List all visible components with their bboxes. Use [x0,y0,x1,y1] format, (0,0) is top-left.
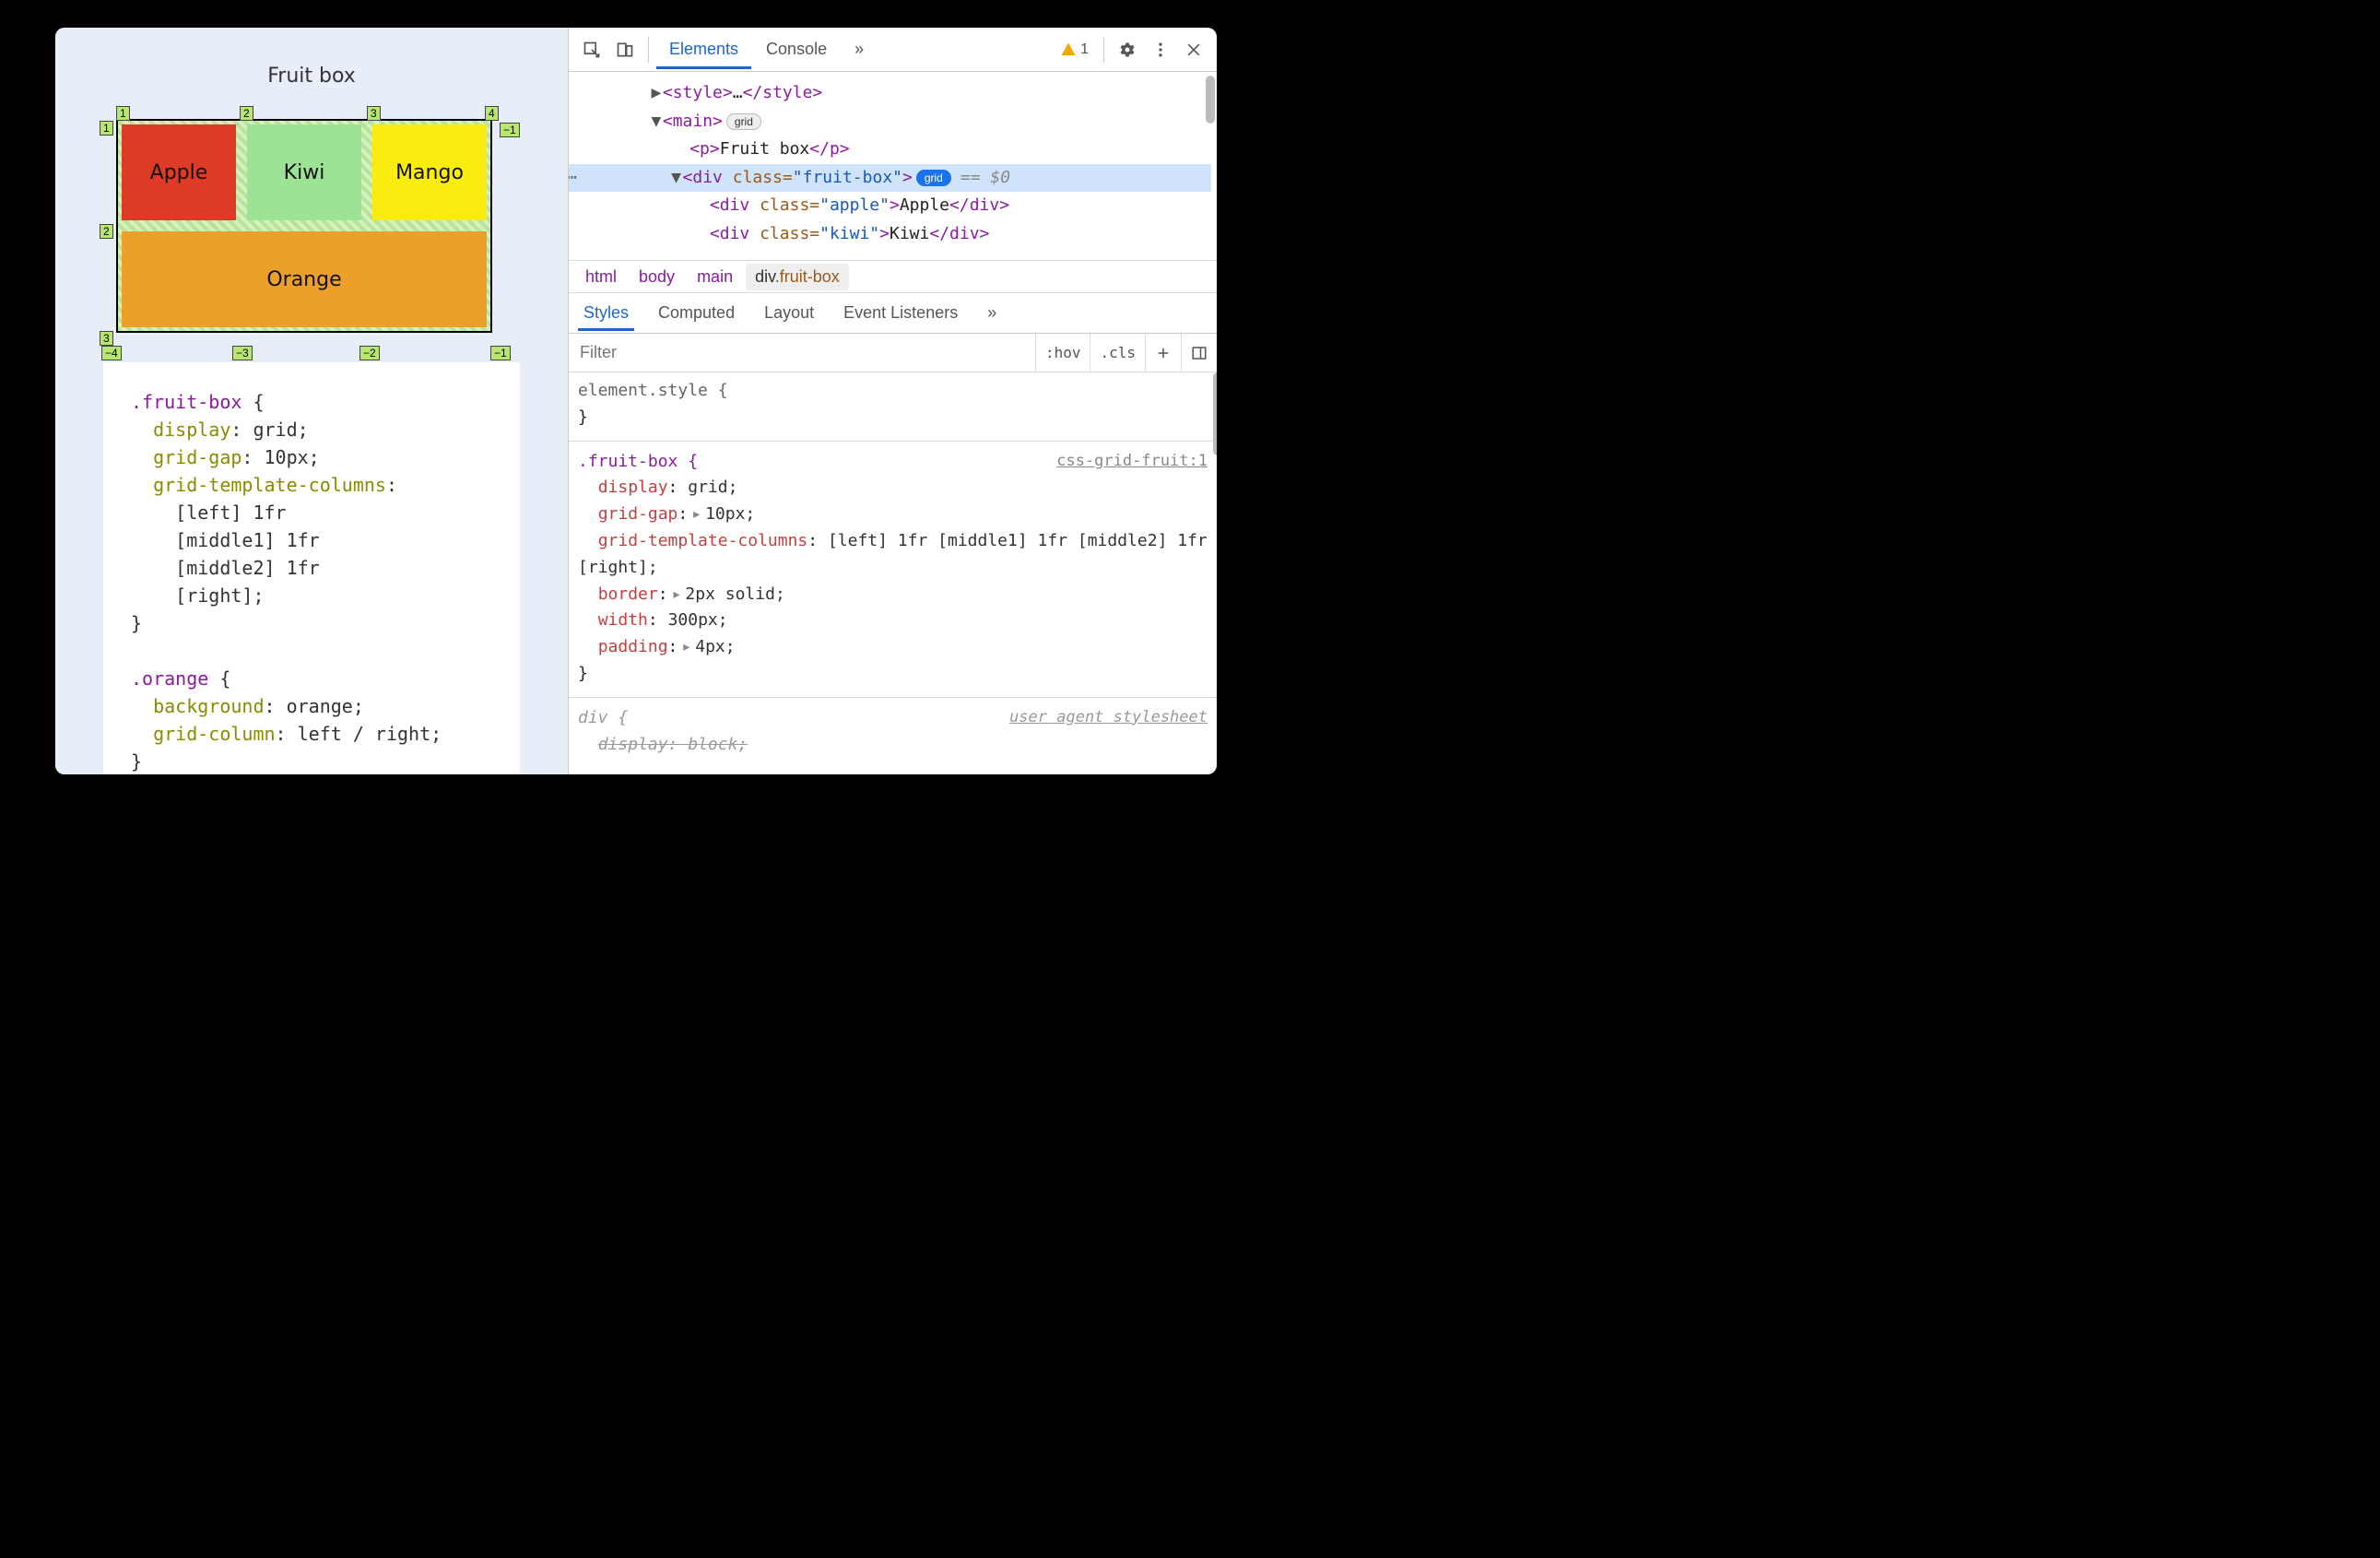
hov-toggle[interactable]: :hov [1035,334,1090,372]
toggle-sidebar-icon[interactable] [1181,334,1217,372]
rule-source-link[interactable]: css-grid-fruit:1 [1056,449,1208,474]
cell-mango[interactable]: Mango [372,124,487,220]
separator [1103,37,1104,63]
device-toggle-icon[interactable] [609,34,641,65]
devtools-tabbar: Elements Console » 1 [569,28,1217,72]
grid-row-num: 2 [100,224,113,239]
grid-col-num: 4 [485,106,499,121]
grid-badge-active[interactable]: grid [916,170,951,186]
gear-icon[interactable] [1112,34,1143,65]
devtools-window: Fruit box 1 2 3 4 1 2 −1 −4 −3 −2 −1 3 A… [55,28,1217,774]
page-title: Fruit box [103,65,520,88]
styles-rules[interactable]: element.style { } css-grid-fruit:1 .frui… [569,372,1217,774]
css-code-block: .fruit-box { display: grid; grid-gap: 10… [103,362,520,774]
crumb-selected[interactable]: div.fruit-box [746,264,849,290]
grid-overlay-wrap: 1 2 3 4 1 2 −1 −4 −3 −2 −1 3 Apple Kiwi … [103,106,520,346]
tab-more[interactable]: » [842,30,877,69]
grid-col-num: 2 [240,106,253,121]
grid-row-neg: −1 [500,123,520,137]
grid-col-neg: −1 [490,346,511,360]
tab-layout[interactable]: Layout [759,296,819,331]
grid-row-neg: 3 [100,331,113,346]
grid-row-num: 1 [100,121,113,136]
new-rule-button[interactable] [1145,334,1181,372]
separator [648,37,649,63]
cell-kiwi[interactable]: Kiwi [247,124,361,220]
devtools-pane: Elements Console » 1 ▶<style>…</style> [568,28,1217,774]
rule-fruit-box[interactable]: css-grid-fruit:1 .fruit-box { display: g… [578,449,1208,688]
grid-col-neg: −2 [359,346,380,360]
breadcrumb: html body main div.fruit-box [569,260,1217,293]
cell-orange[interactable]: Orange [122,231,487,327]
close-icon[interactable] [1178,34,1209,65]
grid-badge[interactable]: grid [726,113,761,130]
crumb-body[interactable]: body [630,264,684,290]
rule-element-style[interactable]: element.style { } [578,378,1208,431]
rule-user-agent[interactable]: user agent stylesheet div { display: blo… [578,705,1208,759]
grid-col-num: 1 [116,106,130,121]
grid-col-num: 3 [367,106,381,121]
inspect-icon[interactable] [576,34,607,65]
collapse-arrow-icon[interactable]: ▼ [650,108,663,136]
grid-col-neg: −4 [101,346,122,360]
tab-events[interactable]: Event Listeners [838,296,963,331]
dom-tree[interactable]: ▶<style>…</style> ▼<main>grid <p>Fruit b… [569,72,1217,260]
warnings-badge[interactable]: 1 [1053,41,1096,58]
dom-selected-row[interactable]: ▼<div class="fruit-box">grid== $0 [569,164,1211,193]
scrollbar-thumb[interactable] [1206,76,1215,124]
tab-styles-more[interactable]: » [982,296,1002,331]
crumb-html[interactable]: html [576,264,626,290]
styles-filter-input[interactable] [569,343,1035,362]
expand-arrow-icon[interactable]: ▶ [650,79,663,108]
kebab-menu-icon[interactable] [1145,34,1176,65]
tab-computed[interactable]: Computed [653,296,740,331]
fruit-box-grid[interactable]: Apple Kiwi Mango Orange [116,119,492,333]
crumb-main[interactable]: main [688,264,742,290]
grid-col-neg: −3 [232,346,253,360]
tab-elements[interactable]: Elements [656,30,751,69]
rule-source-uas: user agent stylesheet [1009,705,1208,730]
cls-toggle[interactable]: .cls [1090,334,1145,372]
tab-console[interactable]: Console [753,30,840,69]
styles-filter-row: :hov .cls [569,334,1217,372]
rendered-page-pane: Fruit box 1 2 3 4 1 2 −1 −4 −3 −2 −1 3 A… [55,28,568,774]
scrollbar-thumb[interactable] [1213,372,1217,455]
tab-styles[interactable]: Styles [578,296,634,331]
warn-count: 1 [1080,41,1089,58]
cell-apple[interactable]: Apple [122,124,236,220]
styles-tabbar: Styles Computed Layout Event Listeners » [569,293,1217,334]
